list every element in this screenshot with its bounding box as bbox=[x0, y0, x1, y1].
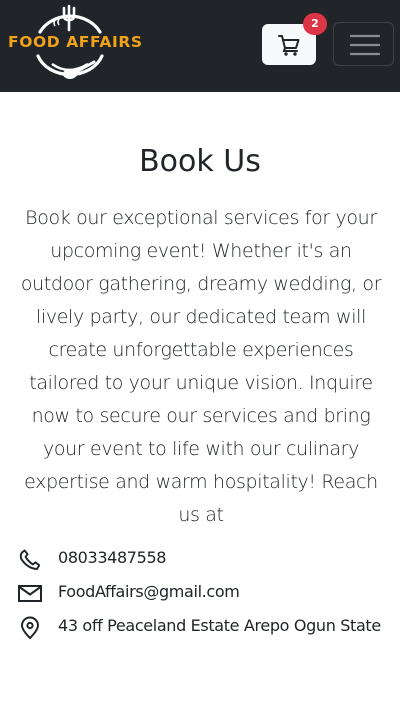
navbar: FOOD AFFAIRS 2 bbox=[0, 0, 400, 92]
page-title: Book Us bbox=[139, 144, 261, 179]
envelope-icon bbox=[18, 585, 42, 602]
cart-icon bbox=[278, 35, 300, 56]
email-address: FoodAffairs@gmail.com bbox=[58, 582, 240, 601]
booking-description: Book our exceptional services for your u… bbox=[20, 207, 382, 526]
phone-number: 08033487558 bbox=[58, 548, 167, 567]
contact-phone[interactable]: 08033487558 bbox=[18, 546, 398, 572]
menu-toggle-button[interactable] bbox=[333, 22, 394, 66]
brand-logo[interactable]: FOOD AFFAIRS bbox=[8, 4, 143, 84]
contact-address[interactable]: 43 off Peaceland Estate Arepo Ogun State bbox=[18, 614, 398, 640]
street-address: 43 off Peaceland Estate Arepo Ogun State bbox=[58, 616, 381, 635]
contact-email[interactable]: FoodAffairs@gmail.com bbox=[18, 580, 398, 606]
phone-icon bbox=[19, 549, 41, 570]
hamburger-icon bbox=[350, 34, 380, 56]
brand-name: FOOD AFFAIRS bbox=[8, 33, 143, 51]
cart-count-badge: 2 bbox=[303, 13, 327, 35]
location-pin-icon bbox=[21, 616, 39, 639]
